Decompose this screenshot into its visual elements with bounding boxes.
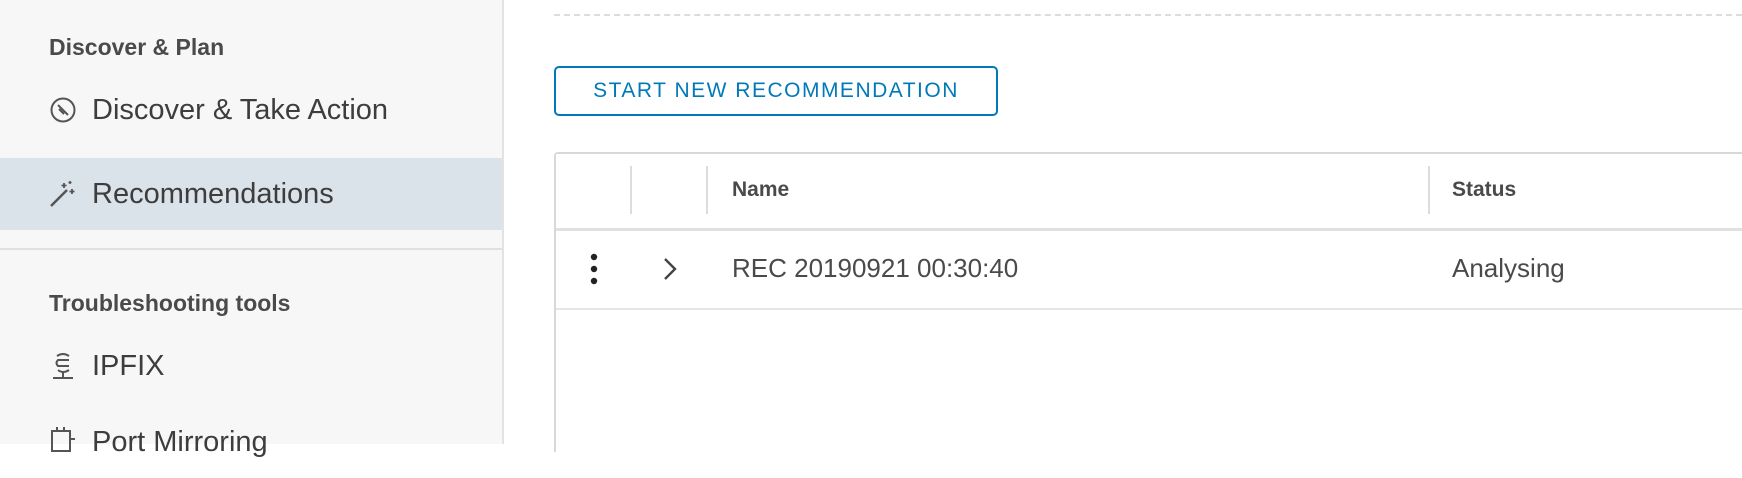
main-content: START NEW RECOMMENDATION Name Status REC… (504, 0, 1742, 452)
section-title-troubleshooting-tools: Troubleshooting tools (49, 290, 291, 316)
cell-name: REC 20190921 00:30:40 (732, 253, 1019, 283)
sidebar-item-ipfix[interactable]: IPFIX (0, 330, 502, 402)
sidebar-item-label: IPFIX (92, 349, 165, 382)
table-row: REC 20190921 00:30:40 Analysing (556, 231, 1742, 310)
sidebar-divider (0, 248, 502, 250)
ipfix-icon (48, 351, 78, 381)
sidebar-item-port-mirroring[interactable]: Port Mirroring (0, 406, 502, 478)
vertical-ellipsis-icon (590, 253, 598, 285)
dashed-separator (554, 14, 1742, 16)
magic-wand-icon (48, 179, 78, 209)
column-separator[interactable] (1428, 166, 1430, 214)
cell-status: Analysing (1452, 253, 1565, 283)
column-separator (706, 166, 708, 214)
sidebar-item-label: Discover & Take Action (92, 93, 389, 126)
column-separator (630, 166, 632, 214)
start-new-recommendation-button[interactable]: START NEW RECOMMENDATION (554, 66, 998, 116)
sidebar-item-label: Recommendations (92, 177, 334, 210)
row-actions-button[interactable] (574, 247, 614, 291)
sidebar-item-recommendations[interactable]: Recommendations (0, 158, 502, 230)
compass-icon (48, 95, 78, 125)
recommendations-grid: Name Status REC 20190921 00:30:40 Analys… (554, 152, 1742, 452)
section-title-discover-plan: Discover & Plan (49, 34, 225, 60)
sidebar-item-discover-take-action[interactable]: Discover & Take Action (0, 74, 502, 146)
grid-header: Name Status (556, 154, 1742, 231)
column-header-status[interactable]: Status (1452, 178, 1516, 202)
row-expand-button[interactable] (652, 249, 688, 289)
sidebar-item-label: Port Mirroring (92, 425, 268, 458)
chevron-right-icon (664, 258, 677, 280)
sidebar: Discover & Plan Discover & Take Action R… (0, 0, 504, 458)
port-mirroring-icon (48, 427, 78, 457)
column-header-name[interactable]: Name (732, 178, 789, 202)
